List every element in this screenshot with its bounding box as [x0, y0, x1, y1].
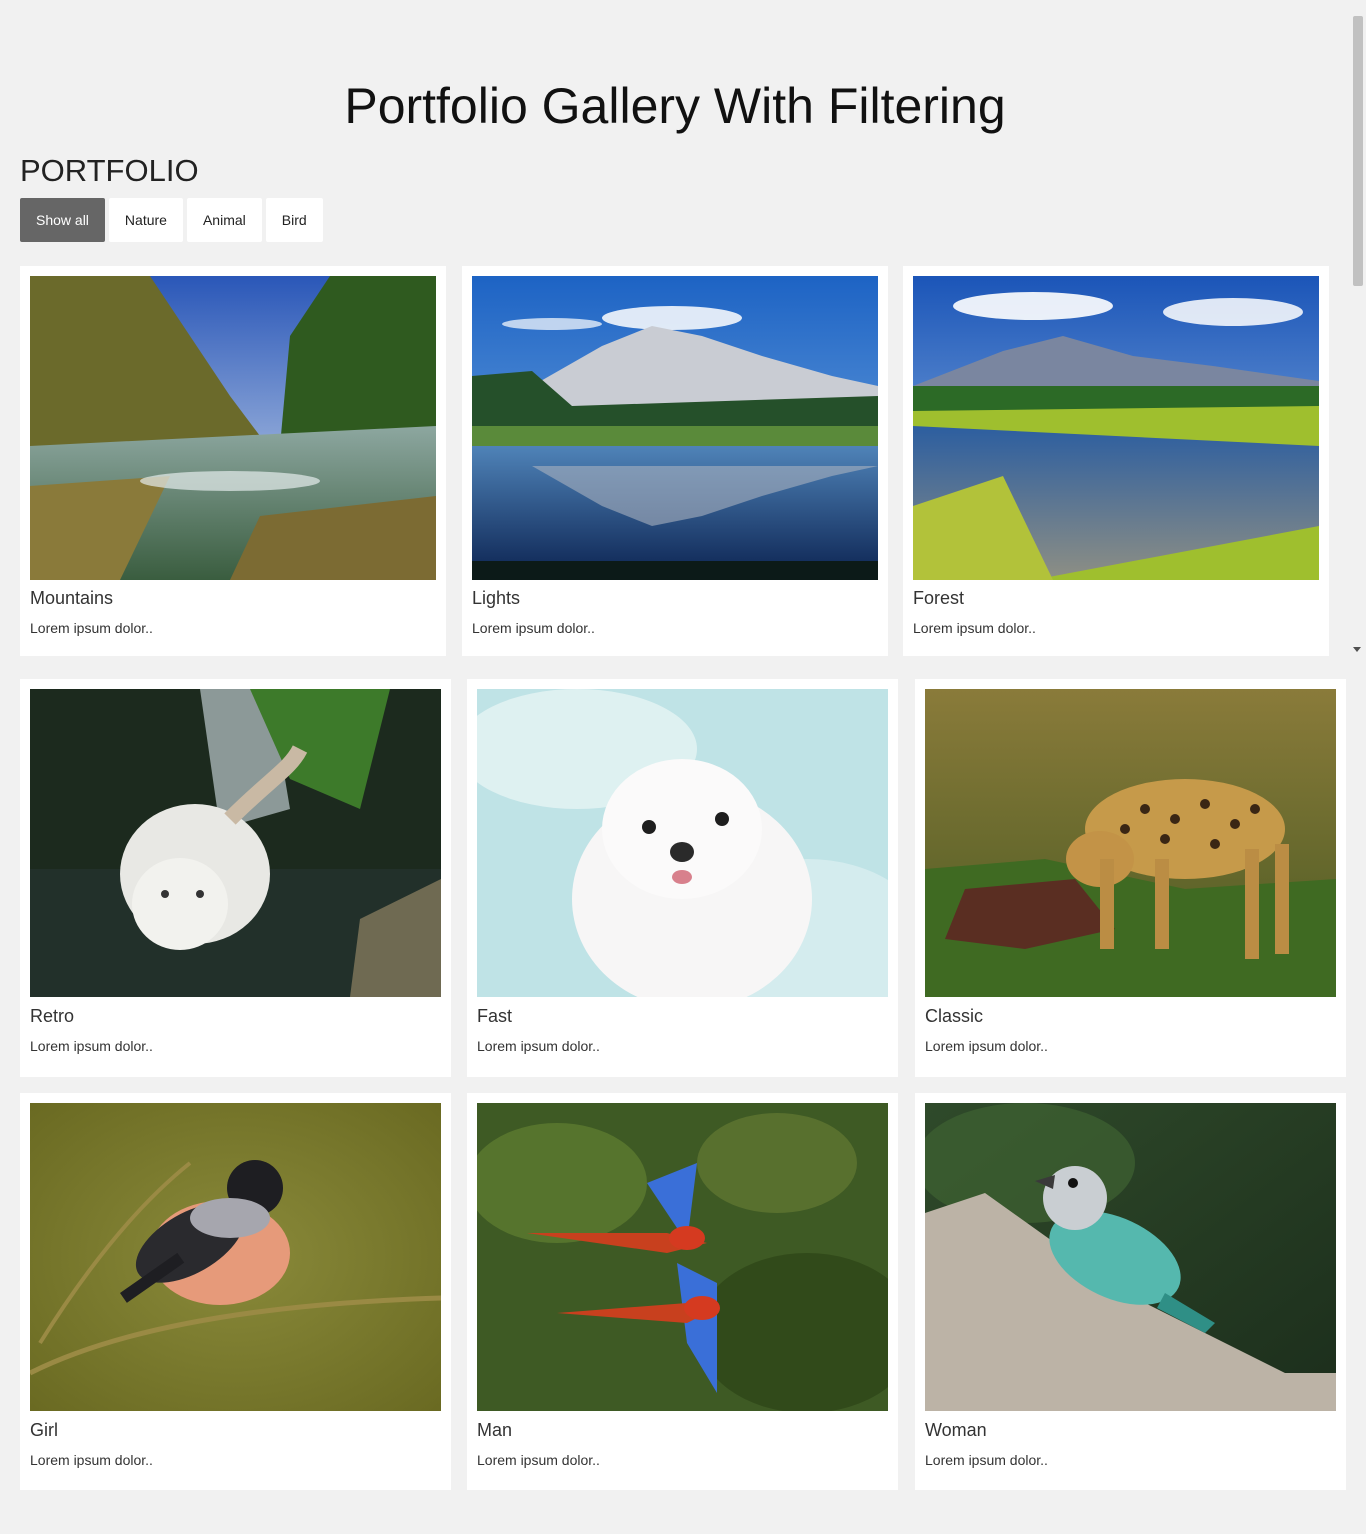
card-title: Man — [477, 1420, 513, 1440]
card-text: Lorem ipsum dolor.. — [913, 620, 1036, 636]
gallery-card: Forest Lorem ipsum dolor.. — [903, 266, 1329, 656]
filter-nature-button[interactable]: Nature — [108, 198, 183, 242]
card-text: Lorem ipsum dolor.. — [30, 1452, 153, 1468]
gallery-image — [925, 1103, 1336, 1411]
gallery-image — [477, 689, 888, 997]
river-forest-image — [30, 276, 436, 580]
card-title: Retro — [30, 1006, 75, 1026]
card-text: Lorem ipsum dolor.. — [30, 1038, 153, 1054]
white-tiger-image — [30, 689, 441, 997]
mountain-lake-image — [472, 276, 878, 580]
gallery-image — [472, 276, 878, 580]
gallery-card: Mountains Lorem ipsum dolor.. — [20, 266, 446, 656]
card-text: Lorem ipsum dolor.. — [925, 1038, 1048, 1054]
gallery-image — [30, 689, 441, 997]
scroll-down-arrow-icon[interactable] — [1353, 647, 1361, 652]
card-title: Lights — [472, 588, 521, 608]
gallery-card: Retro Lorem ipsum dolor.. — [20, 679, 451, 1077]
card-text: Lorem ipsum dolor.. — [477, 1452, 600, 1468]
vertical-scrollbar[interactable] — [1349, 0, 1366, 656]
gallery-image — [30, 276, 436, 580]
filter-show-all-button[interactable]: Show all — [20, 198, 105, 242]
gallery-image — [913, 276, 1319, 580]
gallery-image — [477, 1103, 888, 1411]
filter-animal-button[interactable]: Animal — [186, 198, 262, 242]
gallery-card: Lights Lorem ipsum dolor.. — [462, 266, 888, 656]
gallery-card: Classic Lorem ipsum dolor.. — [915, 679, 1346, 1077]
scrollbar-thumb[interactable] — [1353, 16, 1363, 286]
card-title: Fast — [477, 1006, 513, 1026]
filter-bar: Show all Nature Animal Bird — [20, 198, 323, 242]
page: Portfolio Gallery With Filtering PORTFOL… — [0, 0, 1366, 1534]
bullfinch-image — [30, 1103, 441, 1411]
gallery-card: Fast Lorem ipsum dolor.. — [467, 679, 898, 1077]
gallery-card: Woman Lorem ipsum dolor.. — [915, 1093, 1346, 1490]
gallery-image — [30, 1103, 441, 1411]
card-text: Lorem ipsum dolor.. — [477, 1038, 600, 1054]
mountain-meadow-image — [913, 276, 1319, 580]
white-puppy-image — [477, 689, 888, 997]
card-title: Woman — [925, 1420, 987, 1440]
tanager-image — [925, 1103, 1336, 1411]
gallery-card: Man Lorem ipsum dolor.. — [467, 1093, 898, 1490]
card-text: Lorem ipsum dolor.. — [925, 1452, 1048, 1468]
card-title: Girl — [30, 1420, 58, 1440]
section-title: PORTFOLIO — [20, 153, 199, 188]
card-text: Lorem ipsum dolor.. — [472, 620, 595, 636]
card-title: Classic — [925, 1006, 984, 1026]
leopard-image — [925, 689, 1336, 997]
page-title: Portfolio Gallery With Filtering — [344, 78, 1006, 134]
filter-bird-button[interactable]: Bird — [265, 198, 323, 242]
macaws-image — [477, 1103, 888, 1411]
card-title: Forest — [913, 588, 965, 608]
gallery-image — [925, 689, 1336, 997]
gallery-card: Girl Lorem ipsum dolor.. — [20, 1093, 451, 1490]
card-title: Mountains — [30, 588, 114, 608]
card-text: Lorem ipsum dolor.. — [30, 620, 153, 636]
